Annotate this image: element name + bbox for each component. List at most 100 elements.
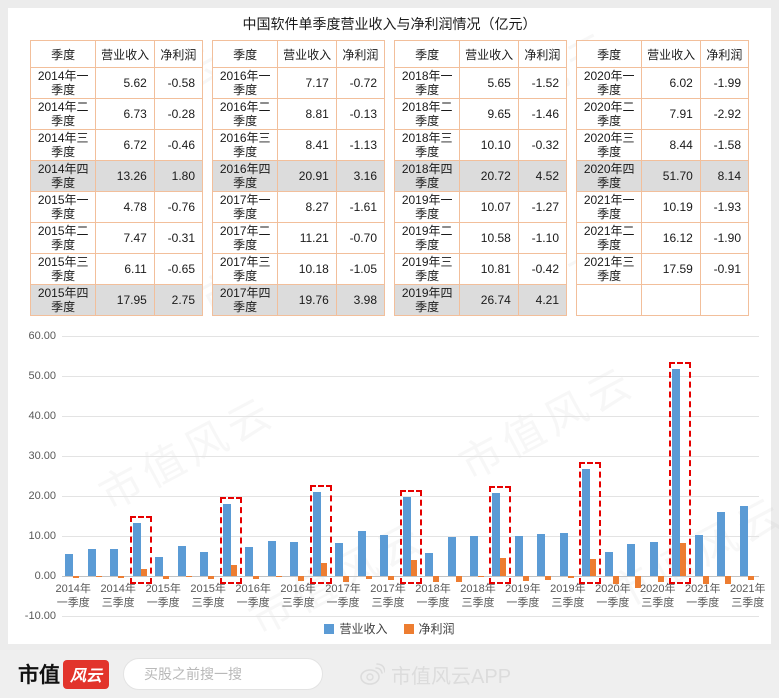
y-tick-label: 30.00 [28,450,56,462]
cell-revenue: 8.81 [277,98,337,130]
cell-netprofit: -0.31 [153,222,204,254]
table-row: 2019年一季度 10.07 -1.27 [393,191,568,223]
cell-netprofit: -0.28 [153,98,204,130]
cell-revenue: 7.17 [277,67,337,99]
cell-quarter: 2020年四季度 [575,160,643,192]
profit-bar [522,576,529,582]
q4-highlight-box [489,486,512,584]
table-header-row: 季度 营业收入 净利润 [211,40,386,68]
x-tick-label: 2015年 三季度 [190,583,226,609]
cell-quarter: 2016年二季度 [211,98,279,130]
table-header: 营业收入 [277,40,337,68]
gridline [62,616,759,617]
table-row: 2015年二季度 7.47 -0.31 [29,222,204,254]
revenue-bar [717,511,726,576]
cell-quarter: 2019年一季度 [393,191,461,223]
revenue-bar [649,542,658,576]
cell-netprofit: -0.65 [153,253,204,285]
table-row: 2019年二季度 10.58 -1.10 [393,222,568,254]
cell-quarter: 2017年三季度 [211,253,279,285]
x-tick-label: 2016年 一季度 [235,583,271,609]
cell-netprofit: 3.98 [335,284,386,316]
cell-quarter: 2020年一季度 [575,67,643,99]
cell-revenue: 6.11 [95,253,155,285]
cell-quarter: 2020年三季度 [575,129,643,161]
revenue-bar [559,532,568,576]
profit-bar [298,576,305,581]
revenue-bar [514,535,523,576]
cell-revenue: 8.44 [641,129,701,161]
cell-netprofit: -0.72 [335,67,386,99]
cell-quarter: 2018年三季度 [393,129,461,161]
table-row: 2021年二季度 16.12 -1.90 [575,222,750,254]
table-row: 2020年一季度 6.02 -1.99 [575,67,750,99]
q4-highlight-box [309,485,332,584]
app-watermark: 市值风云APP [359,660,511,689]
revenue-bar [627,544,636,576]
table-header: 季度 [29,40,97,68]
x-tick-label: 2014年 三季度 [100,583,136,609]
profit-bar [185,576,192,578]
cell-quarter: 2015年一季度 [29,191,97,223]
x-tick-label: 2019年 三季度 [550,583,586,609]
cell-quarter: 2014年一季度 [29,67,97,99]
revenue-bar [537,533,546,576]
y-tick-label: 0.00 [34,570,56,582]
app-watermark-label: 市值风云APP [391,665,512,688]
table-row: 2020年四季度 51.70 8.14 [575,160,750,192]
cell-quarter: 2019年二季度 [393,222,461,254]
x-tick-label: 2016年 三季度 [280,583,316,609]
x-tick-label: 2015年 一季度 [145,583,181,609]
plot-area: 2014年 一季度 2014年 三季度 2015年 一季度 2015年 三季度 2016… [55,336,766,617]
x-tick-label: 2019年 一季度 [505,583,541,609]
cell-revenue: 19.76 [277,284,337,316]
table-row [575,284,750,316]
cell-netprofit: -0.91 [699,253,750,285]
cell-netprofit: -1.46 [517,98,568,130]
profit-bar [253,576,260,579]
cell-netprofit: -1.61 [335,191,386,223]
revenue-bar [739,505,748,576]
table-row: 2018年一季度 5.65 -1.52 [393,67,568,99]
profit-bar [365,576,372,579]
cell-quarter: 2018年四季度 [393,160,461,192]
profit-bar [95,576,102,578]
cell-revenue: 6.73 [95,98,155,130]
cell-netprofit: -0.32 [517,129,568,161]
bar-chart: 60.00 50.00 40.00 30.00 20.00 10.00 0.00 -10.00… [14,328,766,640]
table-row: 2018年三季度 10.10 -0.32 [393,129,568,161]
profit-bar [478,576,484,578]
cell-revenue: 6.72 [95,129,155,161]
cell-quarter: 2017年二季度 [211,222,279,254]
table-row: 2014年二季度 6.73 -0.28 [29,98,204,130]
table-row: 2015年四季度 17.95 2.75 [29,284,204,316]
tables-row: 季度 营业收入 净利润 2014年一季度 5.62 -0.58 2014年二季度 6.73 -0… [29,40,750,316]
search-box[interactable] [123,658,326,690]
revenue-bar [87,549,96,576]
profit-bar [118,576,125,578]
cell-netprofit: -1.10 [517,222,568,254]
cell-quarter: 2021年三季度 [575,253,643,285]
table-header: 净利润 [335,40,386,68]
cell-netprofit: -0.70 [335,222,386,254]
legend-label: 净利润 [418,622,455,636]
profit-bar [747,576,754,580]
x-tick-label: 2017年 三季度 [370,583,406,609]
x-tick-label: 2017年 一季度 [325,583,361,609]
cell-netprofit: -1.58 [699,129,750,161]
legend-label: 营业收入 [339,622,388,636]
profit-bar [275,576,282,577]
profit-swatch-icon [403,623,414,634]
cell-revenue [641,284,701,316]
x-tick-label: 2014年 一季度 [55,583,91,609]
q4-highlight-box [669,362,692,584]
profit-bar [73,576,80,579]
table-header: 营业收入 [95,40,155,68]
search-input[interactable] [144,666,326,682]
cell-netprofit: -1.05 [335,253,386,285]
profit-bar [567,576,574,578]
profit-bar [163,576,170,579]
q4-highlight-box [399,490,422,584]
table-row: 2020年二季度 7.91 -2.92 [575,98,750,130]
cell-netprofit [699,284,750,316]
